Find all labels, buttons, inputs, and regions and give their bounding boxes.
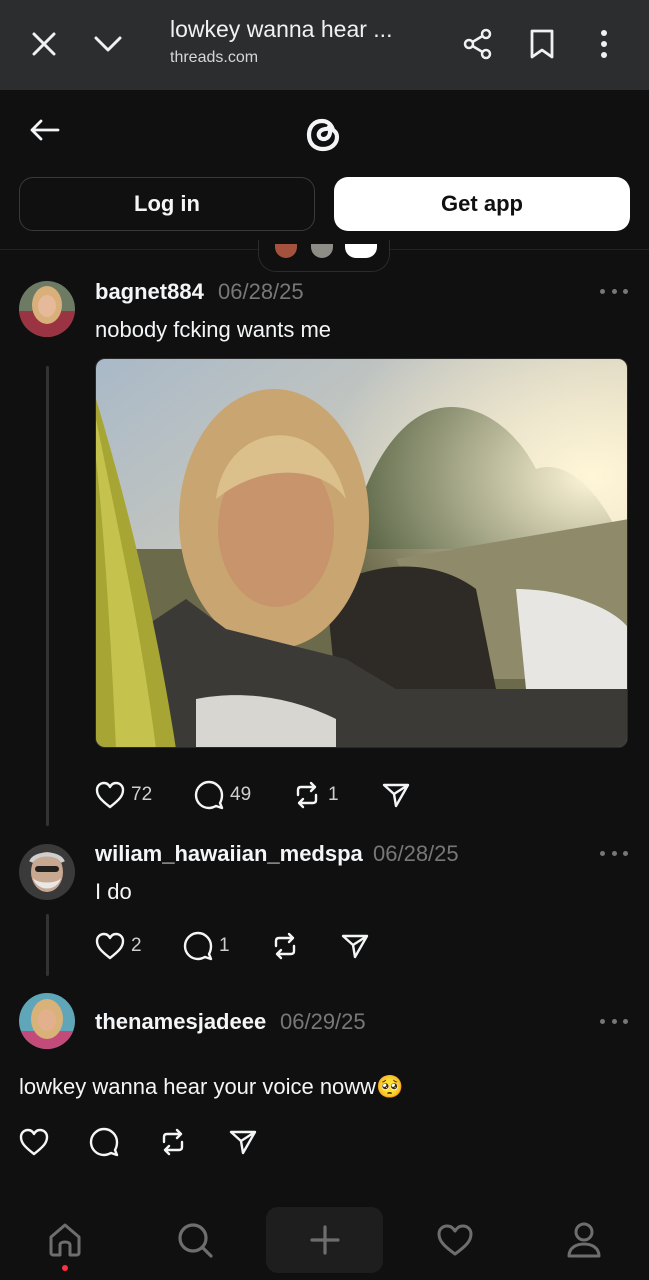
more-options-button[interactable] [600,1015,628,1027]
like-count: 2 [131,935,142,956]
close-icon [32,32,56,56]
heart-icon [95,932,125,960]
browser-toolbar: lowkey wanna hear ... threads.com [0,0,649,90]
repost-icon [296,781,318,809]
threads-header: Log in Get app [0,90,649,250]
send-icon [229,1130,257,1155]
plus-icon [309,1225,340,1255]
bottom-navigation [0,1195,649,1280]
more-options-button[interactable] [600,847,628,859]
overflow-menu-button[interactable] [584,24,624,64]
post-username[interactable]: bagnet884 [95,279,204,305]
share-post-button[interactable] [229,1125,257,1159]
page-domain: threads.com [170,49,259,66]
post-date: 06/28/25 [218,279,304,304]
repost-icon [274,932,296,960]
send-icon [382,783,410,808]
mini-avatar [311,244,333,258]
collapse-button[interactable] [88,24,128,64]
like-button[interactable] [19,1125,49,1159]
share-button[interactable] [458,24,498,64]
post-text: lowkey wanna hear your voice noww🥺 [19,1074,404,1099]
like-button[interactable]: 72 [95,778,152,812]
threads-logo-icon[interactable] [300,110,348,158]
like-count: 72 [131,784,153,805]
profile-icon [567,1222,601,1258]
post-text: I do [95,879,132,904]
more-options-button[interactable] [600,285,628,297]
login-button[interactable]: Log in [19,177,315,231]
thread-line [46,366,49,826]
reply-button[interactable] [89,1125,119,1159]
heart-icon [19,1128,49,1156]
close-button[interactable] [24,24,64,64]
reply-count: 1 [219,935,230,956]
thread-line [46,914,49,976]
notification-dot [62,1265,68,1271]
repost-button[interactable] [158,1125,188,1159]
nav-home[interactable] [40,1215,90,1265]
home-icon [49,1223,81,1257]
new-posts-pill[interactable] [258,240,390,272]
create-post-button[interactable] [266,1207,383,1273]
comment-icon [183,931,213,961]
kebab-menu-icon [601,30,607,58]
post-date: 06/29/25 [280,1009,366,1034]
heart-icon [437,1224,473,1256]
avatar[interactable] [19,281,75,337]
mini-avatar [275,244,297,258]
arrow-left-icon [30,119,60,141]
page-title: lowkey wanna hear ... [170,16,393,42]
nav-search[interactable] [170,1215,220,1265]
post-date: 06/28/25 [373,841,459,866]
chevron-down-icon [94,36,122,52]
search-icon [178,1223,213,1258]
avatar[interactable] [19,993,75,1049]
reply-button[interactable]: 1 [183,929,230,963]
reply-count: 49 [230,784,252,805]
nav-activity[interactable] [430,1215,480,1265]
repost-icon [162,1128,184,1156]
page-title-area[interactable]: lowkey wanna hear ... threads.com [170,16,430,67]
share-icon [463,28,492,60]
send-icon [341,934,369,959]
get-app-button[interactable]: Get app [334,177,630,231]
repost-button[interactable]: 1 [292,778,339,812]
share-post-button[interactable] [382,778,410,812]
share-post-button[interactable] [341,929,369,963]
avatar[interactable] [19,844,75,900]
bookmark-icon [530,29,554,59]
reply-button[interactable]: 49 [194,778,251,812]
bookmark-button[interactable] [522,24,562,64]
like-button[interactable]: 2 [95,929,142,963]
heart-icon [95,781,125,809]
post-username[interactable]: thenamesjadeee [95,1009,266,1035]
comment-icon [89,1127,119,1157]
post-text: nobody fcking wants me [95,317,332,342]
back-button[interactable] [24,110,64,150]
nav-profile[interactable] [559,1215,609,1265]
post-image[interactable] [95,358,628,748]
mini-avatar [345,244,377,258]
post-username[interactable]: wiliam_hawaiian_medspa [95,841,363,867]
comment-icon [194,780,224,810]
repost-count: 1 [328,784,339,805]
repost-button[interactable] [270,929,300,963]
